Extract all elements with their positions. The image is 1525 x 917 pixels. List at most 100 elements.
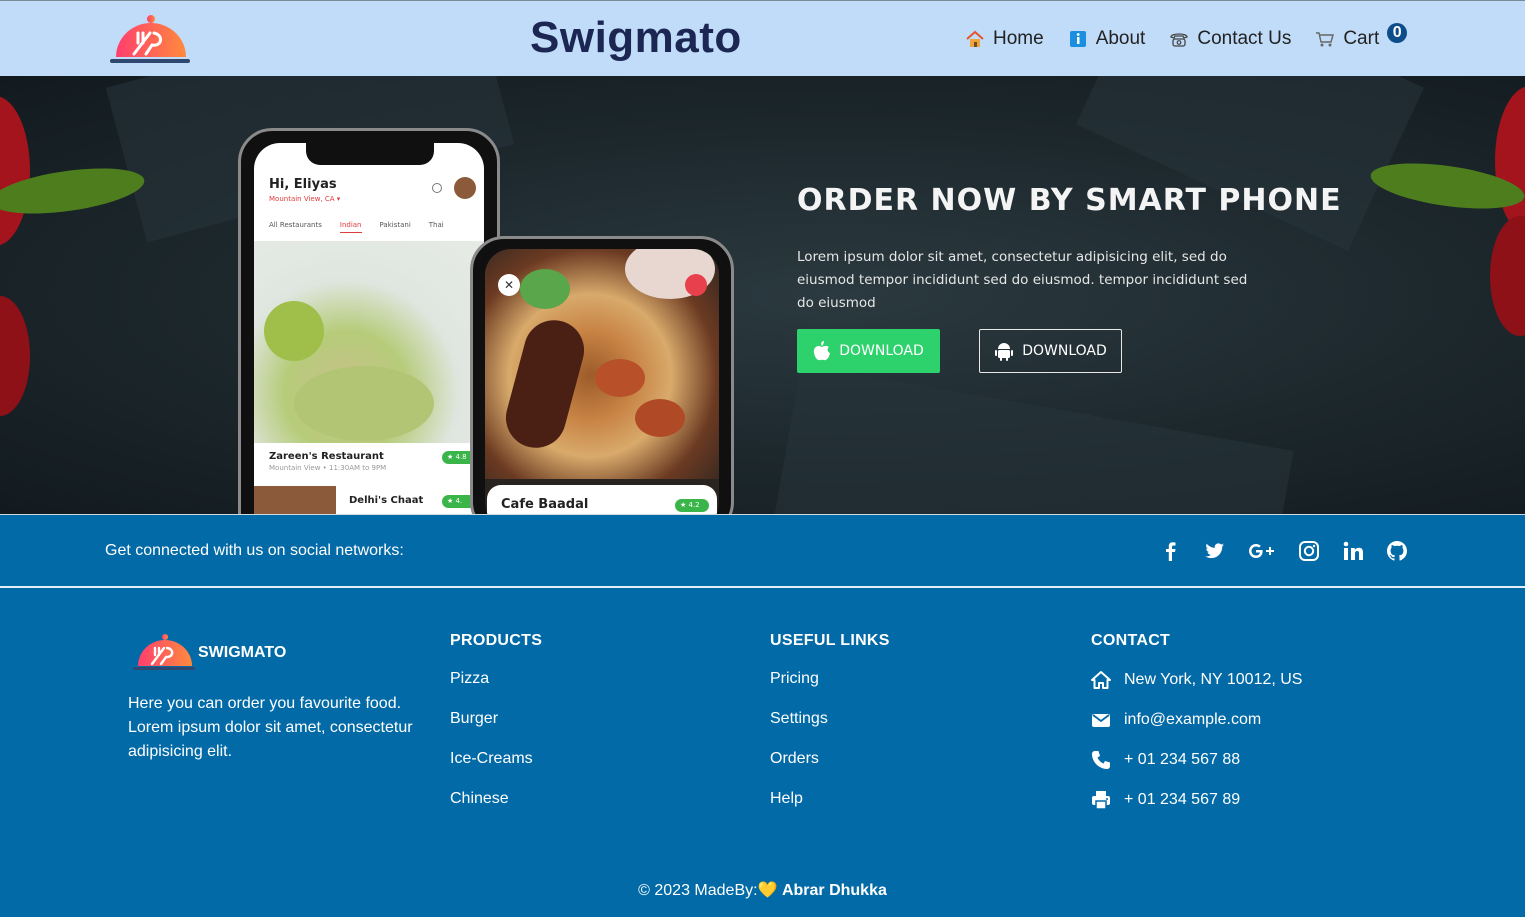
hero-description: Lorem ipsum dolor sit amet, consectetur … xyxy=(797,249,1248,311)
apple-icon xyxy=(814,341,831,361)
footer-link-settings[interactable]: Settings xyxy=(770,710,890,730)
grilled-food-photo xyxy=(485,249,719,479)
nav-cart[interactable]: Cart 0 xyxy=(1315,23,1408,50)
phone-icon xyxy=(1092,751,1110,769)
red-pepper-decoration xyxy=(1490,216,1525,336)
brand-title[interactable]: Swigmato xyxy=(530,13,742,63)
search-icon[interactable] xyxy=(432,183,442,193)
nav-about[interactable]: About xyxy=(1068,28,1146,50)
github-icon[interactable] xyxy=(1386,540,1408,562)
food-cloche-logo-icon[interactable] xyxy=(133,632,195,672)
home-icon xyxy=(966,30,984,47)
contact-address: New York, NY 10012, US xyxy=(1091,670,1302,690)
tab-indian[interactable]: Indian xyxy=(339,221,362,233)
cart-count-badge: 0 xyxy=(1387,23,1408,43)
restaurant-meta: Mountain View • 11:30AM to 9PM xyxy=(269,464,387,472)
chutney-bowl xyxy=(520,269,570,309)
restaurant-card: Cafe Baadal ★ 4.2 xyxy=(487,485,717,514)
restaurant-name: Zareen's Restaurant xyxy=(269,451,384,462)
hero-banner: Hi, Eliyas Mountain View, CA ▾ All Resta… xyxy=(0,76,1525,514)
ribs xyxy=(499,313,591,455)
linkedin-icon[interactable] xyxy=(1342,540,1364,562)
apple-download-label: DOWNLOAD xyxy=(839,343,924,359)
category-tabs: All Restaurants Indian Pakistani Thai xyxy=(269,221,444,233)
contact-fax[interactable]: + 01 234 567 89 xyxy=(1091,790,1302,810)
phone-icon xyxy=(1170,33,1188,47)
navbar: Swigmato Home About Contact Us Cart 0 xyxy=(0,0,1525,76)
hero-title: ORDER NOW BY SMART PHONE xyxy=(797,183,1342,218)
social-icons xyxy=(1160,540,1430,562)
contact-email[interactable]: info@example.com xyxy=(1091,710,1302,730)
footer-link-ice-creams[interactable]: Ice-Creams xyxy=(450,750,542,770)
red-pepper-decoration xyxy=(0,296,30,416)
products-heading: PRODUCTS xyxy=(450,632,543,649)
next-restaurant-name: Delhi's Chaat xyxy=(349,495,424,506)
phone-notch xyxy=(306,143,434,165)
home-icon xyxy=(1091,671,1111,689)
nav-about-label: About xyxy=(1095,28,1146,49)
contact-email-text: info@example.com xyxy=(1124,711,1262,728)
lime-decoration xyxy=(264,301,324,361)
footer-about-text: Here you can order you favourite food. L… xyxy=(128,695,413,760)
contact-column: CONTACT New York, NY 10012, US info@exam… xyxy=(1091,632,1302,810)
envelope-icon xyxy=(1092,714,1110,727)
contact-fax-text: + 01 234 567 89 xyxy=(1124,791,1241,808)
apple-download-button[interactable]: DOWNLOAD xyxy=(797,329,940,373)
phone-mockup-1: Hi, Eliyas Mountain View, CA ▾ All Resta… xyxy=(238,128,500,514)
facebook-icon[interactable] xyxy=(1160,540,1182,562)
footer-link-orders[interactable]: Orders xyxy=(770,750,890,770)
android-download-label: DOWNLOAD xyxy=(1022,343,1107,359)
footer-link-burger[interactable]: Burger xyxy=(450,710,542,730)
phone-mockup-2: ✕ Cafe Baadal ★ 4.2 xyxy=(470,236,734,514)
tab-thai[interactable]: Thai xyxy=(429,221,444,233)
food-thumbnail xyxy=(254,486,336,514)
food-cloche-logo-icon[interactable] xyxy=(110,13,190,65)
instagram-icon[interactable] xyxy=(1298,540,1320,562)
red-pepper-decoration xyxy=(0,96,30,246)
twitter-icon[interactable] xyxy=(1204,540,1226,562)
nav-contact[interactable]: Contact Us xyxy=(1169,28,1291,50)
cart-icon[interactable] xyxy=(685,274,707,296)
footer: SWIGMATO Here you can order you favourit… xyxy=(0,590,1525,917)
nav-home[interactable]: Home xyxy=(965,28,1044,50)
contact-heading: CONTACT xyxy=(1091,632,1171,649)
tab-pakistani[interactable]: Pakistani xyxy=(380,221,411,233)
chicken-piece xyxy=(635,399,685,437)
social-bar: Get connected with us on social networks… xyxy=(0,514,1525,588)
products-column: PRODUCTS Pizza Burger Ice-Creams Chinese xyxy=(450,632,542,810)
nav-contact-label: Contact Us xyxy=(1197,28,1292,49)
background-slate xyxy=(1076,76,1424,251)
food-photo xyxy=(254,241,484,443)
avatar[interactable] xyxy=(454,177,476,199)
background-slate xyxy=(766,364,1294,514)
red-pepper-decoration xyxy=(1495,86,1525,236)
footer-link-pizza[interactable]: Pizza xyxy=(450,670,542,690)
nav-cart-label: Cart xyxy=(1343,28,1380,49)
copyright-text: © 2023 MadeBy: xyxy=(638,882,758,899)
greeting-text: Hi, Eliyas xyxy=(269,177,337,192)
restaurant-name: Cafe Baadal xyxy=(501,497,589,512)
rating-badge: ★ 4.2 xyxy=(675,499,709,512)
printer-icon xyxy=(1092,791,1110,810)
copyright: © 2023 MadeBy:💛 Abrar Dhukka xyxy=(0,880,1525,900)
contact-phone[interactable]: + 01 234 567 88 xyxy=(1091,750,1302,770)
phone-screen-1: Hi, Eliyas Mountain View, CA ▾ All Resta… xyxy=(254,143,484,514)
footer-link-pricing[interactable]: Pricing xyxy=(770,670,890,690)
tab-all-restaurants[interactable]: All Restaurants xyxy=(269,221,322,233)
contact-phone-text: + 01 234 567 88 xyxy=(1124,751,1241,768)
main-nav: Home About Contact Us Cart 0 xyxy=(965,23,1431,50)
android-icon xyxy=(995,343,1014,361)
chicken-piece xyxy=(595,359,645,397)
footer-brand: SWIGMATO xyxy=(198,644,287,661)
location-text: Mountain View, CA ▾ xyxy=(269,195,341,203)
nav-home-label: Home xyxy=(993,28,1044,49)
contact-address-text: New York, NY 10012, US xyxy=(1124,671,1303,688)
android-download-button[interactable]: DOWNLOAD xyxy=(979,329,1122,373)
footer-link-chinese[interactable]: Chinese xyxy=(450,790,542,810)
curry-bowl xyxy=(294,366,434,441)
google-plus-icon[interactable] xyxy=(1248,540,1276,562)
author-link[interactable]: Abrar Dhukka xyxy=(782,882,887,899)
close-icon[interactable]: ✕ xyxy=(498,274,520,296)
phone-screen-2: ✕ Cafe Baadal ★ 4.2 xyxy=(485,249,719,514)
footer-link-help[interactable]: Help xyxy=(770,790,890,810)
